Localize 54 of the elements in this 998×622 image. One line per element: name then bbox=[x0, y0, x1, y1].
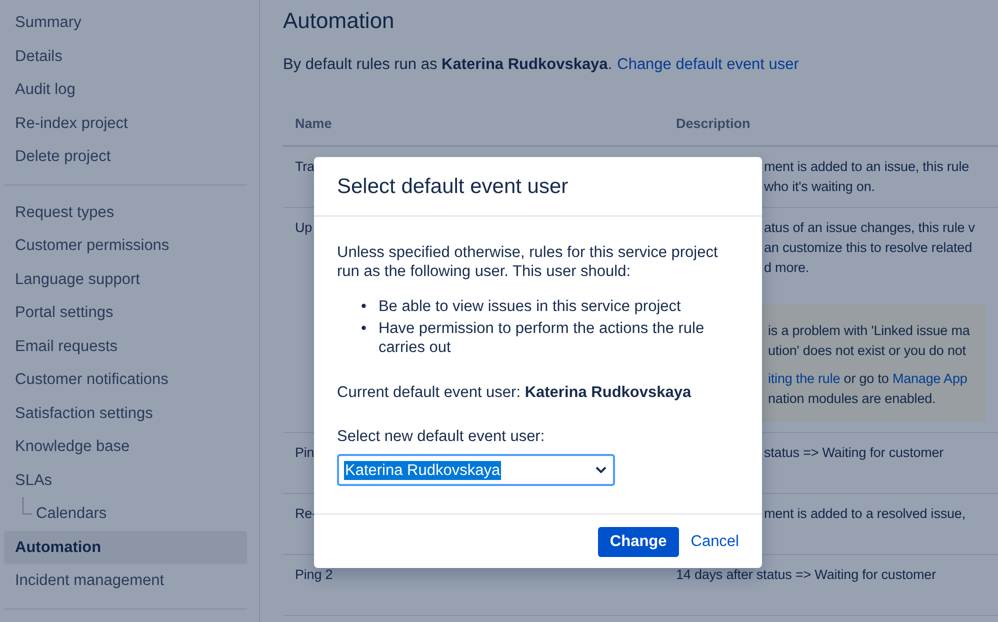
table-cell-text: ment is added to an issue, this rule bbox=[764, 158, 970, 176]
sidebar-item[interactable]: Details bbox=[4, 40, 247, 73]
table-cell-text: who it's waiting on. bbox=[764, 178, 875, 196]
sidebar-item[interactable]: Portal settings bbox=[4, 296, 247, 330]
chevron-down-icon bbox=[595, 466, 607, 474]
table-cell-text: Tra bbox=[295, 158, 314, 176]
sidebar-item[interactable]: Email requests bbox=[4, 330, 247, 363]
sidebar-item[interactable]: Audit log bbox=[4, 73, 247, 106]
user-select[interactable]: Katerina Rudkovskaya bbox=[337, 454, 615, 486]
table-cell-text: ment is added to a resolved issue, bbox=[764, 505, 966, 523]
sidebar-item[interactable]: Incident management bbox=[4, 564, 247, 598]
table-cell-text: Re- bbox=[295, 505, 316, 523]
warning-link[interactable]: iting the rule bbox=[768, 371, 840, 386]
sidebar-item[interactable]: Calendars bbox=[32, 497, 118, 530]
sidebar-item[interactable]: Satisfaction settings bbox=[4, 396, 247, 430]
sidebar-item[interactable]: Language support bbox=[4, 262, 247, 296]
bullet-item: Have permission to perform the actions the rule carries out bbox=[378, 319, 706, 357]
sidebar-item[interactable]: Delete project bbox=[4, 140, 247, 174]
warning-text: nation modules are enabled. bbox=[768, 390, 936, 408]
column-header: Name bbox=[283, 104, 664, 147]
dialog-title: Select default event user bbox=[314, 157, 762, 217]
cancel-link[interactable]: Cancel bbox=[690, 527, 739, 557]
bullet-item: Be able to view issues in this service project bbox=[378, 297, 681, 316]
warning-text: iting the rule or go to Manage App bbox=[768, 370, 968, 388]
table-cell-text: 14 days after status => Waiting for customer bbox=[676, 566, 936, 584]
table-cell-text: atus of an issue changes, this rule v bbox=[764, 219, 975, 237]
column-header: Description bbox=[664, 104, 998, 147]
current-user-text: Current default event user: Katerina Rudkovskaya bbox=[337, 383, 692, 402]
change-user-link[interactable]: Change default event user bbox=[617, 56, 799, 74]
change-button[interactable]: Change bbox=[598, 527, 679, 557]
page-title: Automation bbox=[283, 8, 396, 34]
warning-text: ution' does not exist or you do not bbox=[768, 342, 966, 360]
sidebar-item[interactable]: Re-index project bbox=[4, 106, 247, 140]
table-cell-text: Ping 2 bbox=[295, 566, 333, 584]
sidebar-item[interactable]: Automation bbox=[4, 530, 247, 564]
field-label: Select new default event user: bbox=[337, 427, 545, 446]
intro-text: By default rules run as Katerina Rudkovskaya. bbox=[283, 56, 612, 74]
bullet-mark: • bbox=[361, 297, 366, 316]
table-cell-text: Pin bbox=[295, 444, 314, 462]
sidebar-item[interactable]: Knowledge base bbox=[4, 430, 247, 464]
warning-link[interactable]: Manage App bbox=[892, 371, 968, 386]
tree-line-icon bbox=[22, 497, 32, 515]
table-cell-text: status => Waiting for customer bbox=[764, 444, 944, 462]
sidebar-item[interactable]: Request types bbox=[4, 196, 247, 229]
warning-text: is a problem with 'Linked issue ma bbox=[768, 322, 970, 340]
sidebar-item[interactable]: Customer permissions bbox=[4, 229, 247, 262]
table-cell-text: d more. bbox=[764, 259, 810, 277]
sidebar-item[interactable]: Summary bbox=[4, 6, 247, 40]
sidebar-item[interactable]: SLAs bbox=[4, 464, 247, 497]
bullet-mark: • bbox=[361, 319, 366, 338]
sidebar-item[interactable]: Customer notifications bbox=[4, 363, 247, 396]
table-cell-text: Up bbox=[295, 219, 312, 237]
table-cell-text: an customize this to resolve related bbox=[764, 239, 972, 257]
dialog-text: Unless specified otherwise, rules for this service project run as the following user. This user should: bbox=[337, 243, 719, 281]
